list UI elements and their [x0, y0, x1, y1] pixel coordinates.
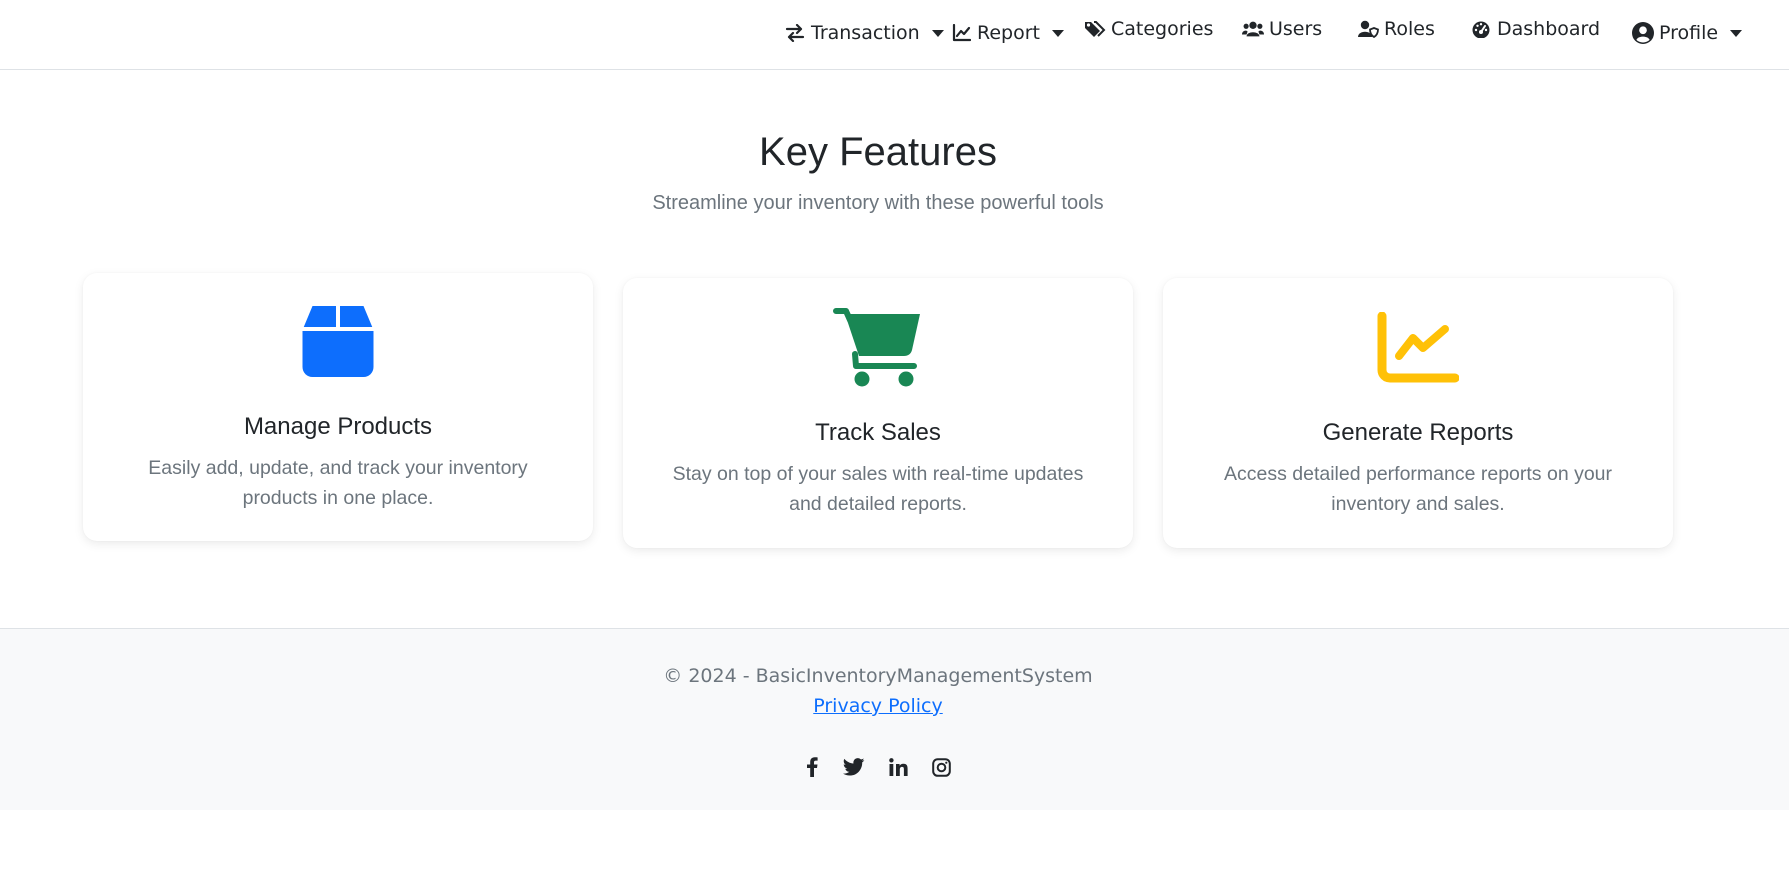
feature-title: Generate Reports [1322, 419, 1514, 446]
nav-users-label: Users [1269, 18, 1323, 40]
instagram-icon[interactable] [928, 754, 954, 780]
nav-users-link[interactable]: Users [1242, 18, 1322, 40]
users-icon [1242, 18, 1264, 40]
cart-icon [832, 308, 924, 393]
caret-down-icon [1051, 29, 1064, 37]
nav-profile-label: Profile [1659, 22, 1719, 44]
box-icon [301, 305, 375, 382]
copyright-text: © 2024 - BasicInventoryManagementSystem [663, 665, 1093, 687]
page-title: Key Features [759, 130, 997, 174]
tags-icon [1084, 18, 1106, 40]
chart-line-icon [1377, 311, 1460, 389]
exchange-arrows-icon [784, 22, 806, 44]
caret-down-icon [1730, 29, 1743, 37]
top-navbar: Transaction Report Categories Users Role… [0, 0, 1789, 70]
feature-title: Track Sales [815, 419, 941, 446]
feature-card-track-sales: Track Sales Stay on top of your sales wi… [623, 278, 1133, 548]
twitter-icon[interactable] [841, 754, 867, 780]
caret-down-icon [931, 29, 944, 37]
nav-roles-link[interactable]: Roles [1357, 18, 1435, 40]
user-shield-icon [1357, 18, 1379, 40]
nav-report-label: Report [977, 22, 1040, 44]
footer: © 2024 - BasicInventoryManagementSystem … [0, 628, 1789, 810]
feature-card-manage-products: Manage Products Easily add, update, and … [83, 273, 593, 541]
gauge-icon [1470, 18, 1492, 40]
privacy-policy-link[interactable]: Privacy Policy [813, 695, 942, 717]
nav-transaction-label: Transaction [811, 22, 920, 44]
feature-card-generate-reports: Generate Reports Access detailed perform… [1163, 278, 1673, 548]
privacy-wrapper: Privacy Policy [0, 695, 1756, 717]
nav-report-dropdown[interactable]: Report [950, 22, 1064, 44]
nav-profile-dropdown[interactable]: Profile [1632, 22, 1743, 44]
nav-dashboard-link[interactable]: Dashboard [1470, 18, 1600, 40]
nav-categories-link[interactable]: Categories [1084, 18, 1213, 40]
nav-categories-label: Categories [1111, 18, 1214, 40]
user-circle-icon [1632, 22, 1654, 44]
feature-description: Access detailed performance reports on y… [1223, 463, 1613, 515]
nav-dashboard-label: Dashboard [1497, 18, 1601, 40]
page-subtitle: Streamline your inventory with these pow… [652, 192, 1104, 214]
nav-roles-label: Roles [1384, 18, 1435, 40]
facebook-icon[interactable] [799, 754, 825, 780]
feature-description: Stay on top of your sales with real-time… [672, 463, 1084, 515]
feature-title: Manage Products [243, 413, 433, 440]
linkedin-icon[interactable] [885, 754, 911, 780]
feature-description: Easily add, update, and track your inven… [148, 457, 528, 509]
chart-line-icon [950, 22, 972, 44]
nav-transaction-dropdown[interactable]: Transaction [784, 22, 944, 44]
